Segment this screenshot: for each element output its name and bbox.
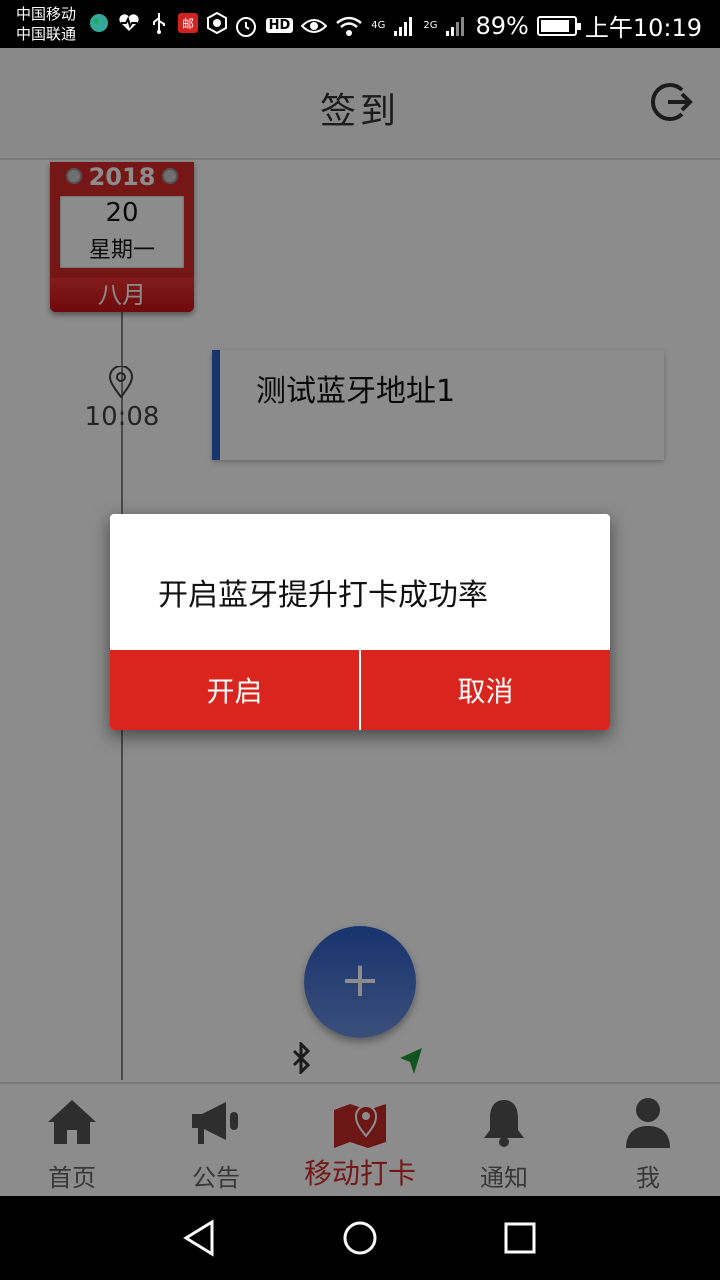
- system-nav-bar: [0, 1196, 720, 1280]
- battery-icon: [536, 15, 581, 36]
- signal-icon: [394, 16, 413, 36]
- recents-icon[interactable]: [500, 1218, 540, 1258]
- dialog-actions: 开启 取消: [110, 650, 610, 730]
- cancel-button[interactable]: 取消: [359, 650, 610, 730]
- wifi-icon: [336, 16, 363, 36]
- net-2g-label: 2G: [423, 20, 438, 31]
- bluetooth-dialog: 开启蓝牙提升打卡成功率 开启 取消: [110, 514, 610, 730]
- globe-icon: [88, 12, 110, 34]
- net-4g-label: 4G: [371, 20, 386, 31]
- status-right: HD 4G 2G 89% 上午10:19: [234, 8, 702, 43]
- carrier-info: 中国移动 中国联通: [16, 4, 76, 44]
- status-bar: 中国移动 中国联通 邮 HD 4G 2G 89% 上午10:19: [0, 0, 720, 48]
- alarm-icon: [235, 16, 256, 37]
- battery-percent: 89%: [475, 11, 529, 40]
- clock: 上午10:19: [584, 14, 702, 42]
- app-icon: [206, 12, 228, 34]
- eye-icon: [301, 18, 328, 33]
- signal-icon-2: [446, 16, 465, 36]
- notification-icons: 邮: [88, 12, 228, 34]
- carrier-1: 中国移动: [16, 5, 77, 23]
- heartbeat-icon: [118, 12, 140, 34]
- hd-icon: HD: [265, 18, 294, 33]
- mail-app-icon: 邮: [178, 13, 198, 33]
- back-icon[interactable]: [180, 1218, 220, 1258]
- usb-icon: [148, 12, 170, 34]
- home-nav-icon[interactable]: [340, 1218, 380, 1258]
- enable-bluetooth-button[interactable]: 开启: [110, 650, 359, 730]
- dialog-message: 开启蓝牙提升打卡成功率: [158, 578, 488, 613]
- carrier-2: 中国联通: [16, 25, 77, 43]
